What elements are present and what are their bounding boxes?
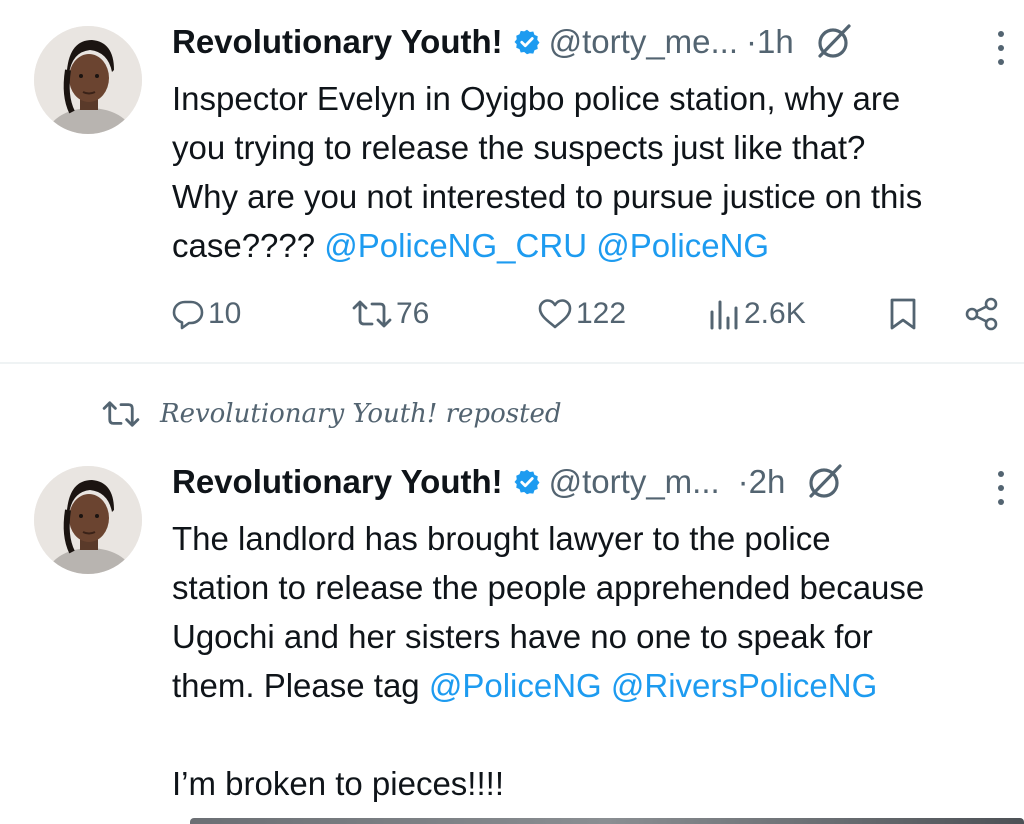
tweet-text: The landlord has brought lawyer to the p… bbox=[172, 514, 924, 808]
author-handle[interactable]: @torty_m... bbox=[549, 463, 720, 501]
repost-icon bbox=[352, 300, 392, 328]
views-button[interactable]: 2.6K bbox=[708, 292, 806, 336]
reply-button[interactable]: 10 bbox=[172, 292, 241, 336]
avatar[interactable] bbox=[34, 26, 142, 134]
repost-icon bbox=[102, 401, 140, 427]
tweet-actions: 10 76 122 2.6K bbox=[172, 292, 1012, 336]
mention-link[interactable]: @PoliceNG bbox=[429, 667, 602, 704]
views-icon bbox=[710, 300, 738, 330]
share-icon bbox=[965, 297, 998, 331]
tweet[interactable]: Revolutionary Youth! @torty_me... · 1h I… bbox=[0, 0, 1024, 362]
grok-icon[interactable] bbox=[805, 462, 845, 502]
bookmark-icon bbox=[890, 298, 916, 330]
tweet-text-segment: I’m broken to pieces!!!! bbox=[172, 765, 504, 802]
grok-icon[interactable] bbox=[814, 22, 854, 62]
repost-button[interactable]: 76 bbox=[352, 292, 429, 336]
separator-dot: · bbox=[746, 23, 758, 60]
timeline-feed: Revolutionary Youth! @torty_me... · 1h I… bbox=[0, 0, 1024, 824]
more-icon[interactable] bbox=[996, 468, 1006, 508]
tweet-text-segment bbox=[587, 227, 596, 264]
repost-count: 76 bbox=[396, 297, 430, 330]
avatar-image bbox=[34, 466, 142, 574]
mention-link[interactable]: @PoliceNG_CRU bbox=[324, 227, 587, 264]
reply-count: 10 bbox=[208, 297, 242, 330]
timestamp[interactable]: 2h bbox=[749, 463, 786, 501]
tweet-header: Revolutionary Youth! @torty_me... · 1h bbox=[172, 20, 854, 64]
separator-dot: · bbox=[737, 463, 749, 500]
reply-icon bbox=[172, 300, 204, 330]
repost-label: Revolutionary Youth! reposted bbox=[160, 399, 562, 429]
media-preview[interactable] bbox=[190, 818, 1024, 824]
like-count: 122 bbox=[576, 297, 627, 330]
tweet-header: Revolutionary Youth! @torty_m... · 2h bbox=[172, 460, 845, 504]
timestamp[interactable]: 1h bbox=[757, 23, 794, 61]
mention-link[interactable]: @RiversPoliceNG bbox=[611, 667, 877, 704]
tweet-text: Inspector Evelyn in Oyigbo police statio… bbox=[172, 74, 922, 270]
author-name[interactable]: Revolutionary Youth! bbox=[172, 23, 503, 61]
share-button[interactable] bbox=[964, 292, 1000, 336]
more-icon[interactable] bbox=[996, 28, 1006, 68]
tweet-text-segment bbox=[602, 667, 611, 704]
mention-link[interactable]: @PoliceNG bbox=[596, 227, 769, 264]
views-count: 2.6K bbox=[744, 297, 806, 330]
like-icon bbox=[538, 299, 572, 329]
verified-badge-icon bbox=[514, 29, 540, 55]
avatar-image bbox=[34, 26, 142, 134]
avatar[interactable] bbox=[34, 466, 142, 574]
bookmark-button[interactable] bbox=[888, 292, 918, 336]
repost-context[interactable]: Revolutionary Youth! reposted bbox=[100, 394, 562, 434]
tweet[interactable]: Revolutionary Youth! reposted Revolution… bbox=[0, 364, 1024, 824]
like-button[interactable]: 122 bbox=[538, 292, 626, 336]
author-name[interactable]: Revolutionary Youth! bbox=[172, 463, 503, 501]
verified-badge-icon bbox=[514, 469, 540, 495]
author-handle[interactable]: @torty_me... bbox=[549, 23, 738, 61]
